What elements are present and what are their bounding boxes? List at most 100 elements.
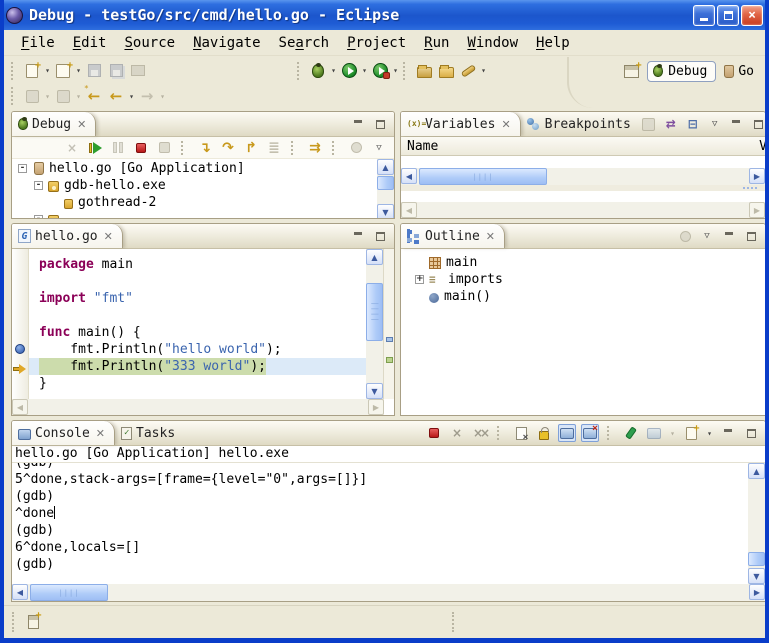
scroll-up-icon[interactable]: ▲ [377,159,394,175]
tree-row[interactable]: -gdb-hello.exe [12,177,377,194]
fast-view-button[interactable]: + [22,611,44,633]
toolbar-grip[interactable] [403,62,410,80]
toolbar-grip[interactable] [297,62,304,80]
overview-breakpoint-mark[interactable] [386,337,393,342]
code-line[interactable]: fmt.Println("333 world"); [29,358,366,375]
view-maximize-button[interactable] [371,115,389,133]
open-type-button[interactable] [413,60,435,82]
drop-to-frame-button[interactable]: ≣ [265,139,283,157]
tab-debug[interactable]: Debug ✕ [12,112,96,136]
debug-view-menu-button[interactable]: ▽ [370,139,388,157]
scroll-left-icon[interactable]: ◀ [401,168,417,184]
run-launch-dropdown[interactable]: ▾ [360,66,369,75]
editor-vscrollbar[interactable]: ▲ |||| ▼ [366,249,383,399]
code-line[interactable]: func main() { [29,324,366,341]
perspective-debug-button[interactable]: Debug [647,61,716,82]
code-line[interactable]: } [29,375,366,392]
scroll-left-icon[interactable]: ◀ [12,584,28,600]
console-terminate-button[interactable] [425,424,443,442]
perspective-go-button[interactable]: Go [721,62,757,81]
save-button[interactable] [83,60,105,82]
tab-outline[interactable]: Outline ✕ [401,224,505,248]
display-selected-console-button[interactable] [645,424,663,442]
code-line[interactable]: fmt.Println("hello world"); [29,341,366,358]
tab-hello-go[interactable]: G hello.go ✕ [12,224,123,248]
clear-console-button[interactable] [512,424,530,442]
tree-row[interactable]: -hello.go [Go Application] [12,160,377,177]
disconnect-button[interactable] [155,139,173,157]
scroll-down-icon[interactable]: ▼ [366,383,383,399]
back-dropdown[interactable]: ▾ [127,92,136,101]
show-logical-structure-button[interactable]: ⇄ [662,115,680,133]
outline-extra-button[interactable] [676,227,694,245]
show-type-names-button[interactable] [640,115,658,133]
code-line[interactable] [29,307,366,324]
variables-table-empty[interactable] [401,156,765,168]
menu-project[interactable]: Project [338,33,415,53]
view-minimize-button[interactable] [349,115,367,133]
tree-expander-icon[interactable]: - [18,164,27,173]
console-output[interactable]: (gdb) 5^done,stack-args=[frame={level="0… [15,463,747,584]
new-wizard-button[interactable]: + [21,60,43,82]
tab-breakpoints[interactable]: Breakpoints [521,112,640,136]
variables-column-header[interactable]: Name V [401,137,765,156]
external-tools-dropdown[interactable]: ▾ [391,66,400,75]
view-maximize-button[interactable] [750,115,766,133]
tab-tasks[interactable]: Tasks [115,421,184,445]
suspend-button[interactable] [109,139,127,157]
forward-dropdown[interactable]: ▾ [158,92,167,101]
debug-tab-close-icon[interactable]: ✕ [77,118,86,131]
variables-details-pane[interactable] [401,191,765,202]
menu-run[interactable]: Run [415,33,458,53]
window-titlebar[interactable]: Debug - testGo/src/cmd/hello.go - Eclips… [0,0,769,30]
new-project-button[interactable]: + [52,60,74,82]
open-console-button[interactable]: + [682,424,700,442]
variables-hscrollbar[interactable]: ◀ |||| ▶ [401,168,765,185]
menu-source[interactable]: Source [115,33,184,53]
debug-view-extra-button[interactable] [347,139,365,157]
window-close-button[interactable]: × [741,5,763,26]
remove-all-terminated-button[interactable]: × [63,139,81,157]
run-launch-button[interactable] [338,60,360,82]
debug-tree-vscrollbar[interactable]: ▲ ▼ [377,159,394,219]
step-over-button[interactable]: ↷ [219,139,237,157]
statusbar-grip[interactable] [452,612,459,632]
editor-tab-close-icon[interactable]: ✕ [104,230,113,243]
column-name[interactable]: Name [407,139,438,154]
use-step-filters-button[interactable]: ⇉ [306,139,324,157]
last-edit-location-button[interactable]: *← [83,85,105,107]
view-minimize-button[interactable] [728,115,746,133]
tree-row[interactable]: gothread-2 [12,194,377,211]
scroll-right-icon[interactable]: ▶ [749,202,765,218]
view-minimize-button[interactable] [719,424,737,442]
view-maximize-button[interactable] [371,227,389,245]
outline-view-menu-button[interactable]: ▽ [698,227,716,245]
variables-view-menu-button[interactable]: ▽ [706,115,724,133]
new-project-dropdown[interactable]: ▾ [74,66,83,75]
view-maximize-button[interactable] [742,227,760,245]
overview-ip-mark[interactable] [386,357,393,363]
tree-expander-icon[interactable]: + [415,275,424,284]
print-button[interactable] [127,60,149,82]
search-button[interactable] [457,60,479,82]
tree-row[interactable]: main [409,254,765,271]
save-all-button[interactable] [105,60,127,82]
open-console-dropdown[interactable]: ▾ [705,429,714,438]
scroll-up-icon[interactable]: ▲ [748,463,765,479]
view-minimize-button[interactable] [349,227,367,245]
scroll-lock-button[interactable] [535,424,553,442]
variables-details-sash[interactable] [401,185,765,191]
remove-launch-button[interactable]: × [448,424,466,442]
tree-row[interactable]: main() [409,288,765,305]
tree-expander-icon[interactable]: - [34,181,43,190]
debug-launch-dropdown[interactable]: ▾ [329,66,338,75]
step-into-button[interactable]: ↴ [196,139,214,157]
scroll-right-icon[interactable]: ▶ [749,168,765,184]
open-perspective-button[interactable]: + [620,60,642,82]
variables-details-hscrollbar[interactable]: ◀ ▶ [401,202,765,219]
code-line[interactable]: import "fmt" [29,290,366,307]
menu-window[interactable]: Window [458,33,527,53]
view-maximize-button[interactable] [742,424,760,442]
code-line[interactable]: package main [29,256,366,273]
scroll-left-icon[interactable]: ◀ [12,399,28,415]
